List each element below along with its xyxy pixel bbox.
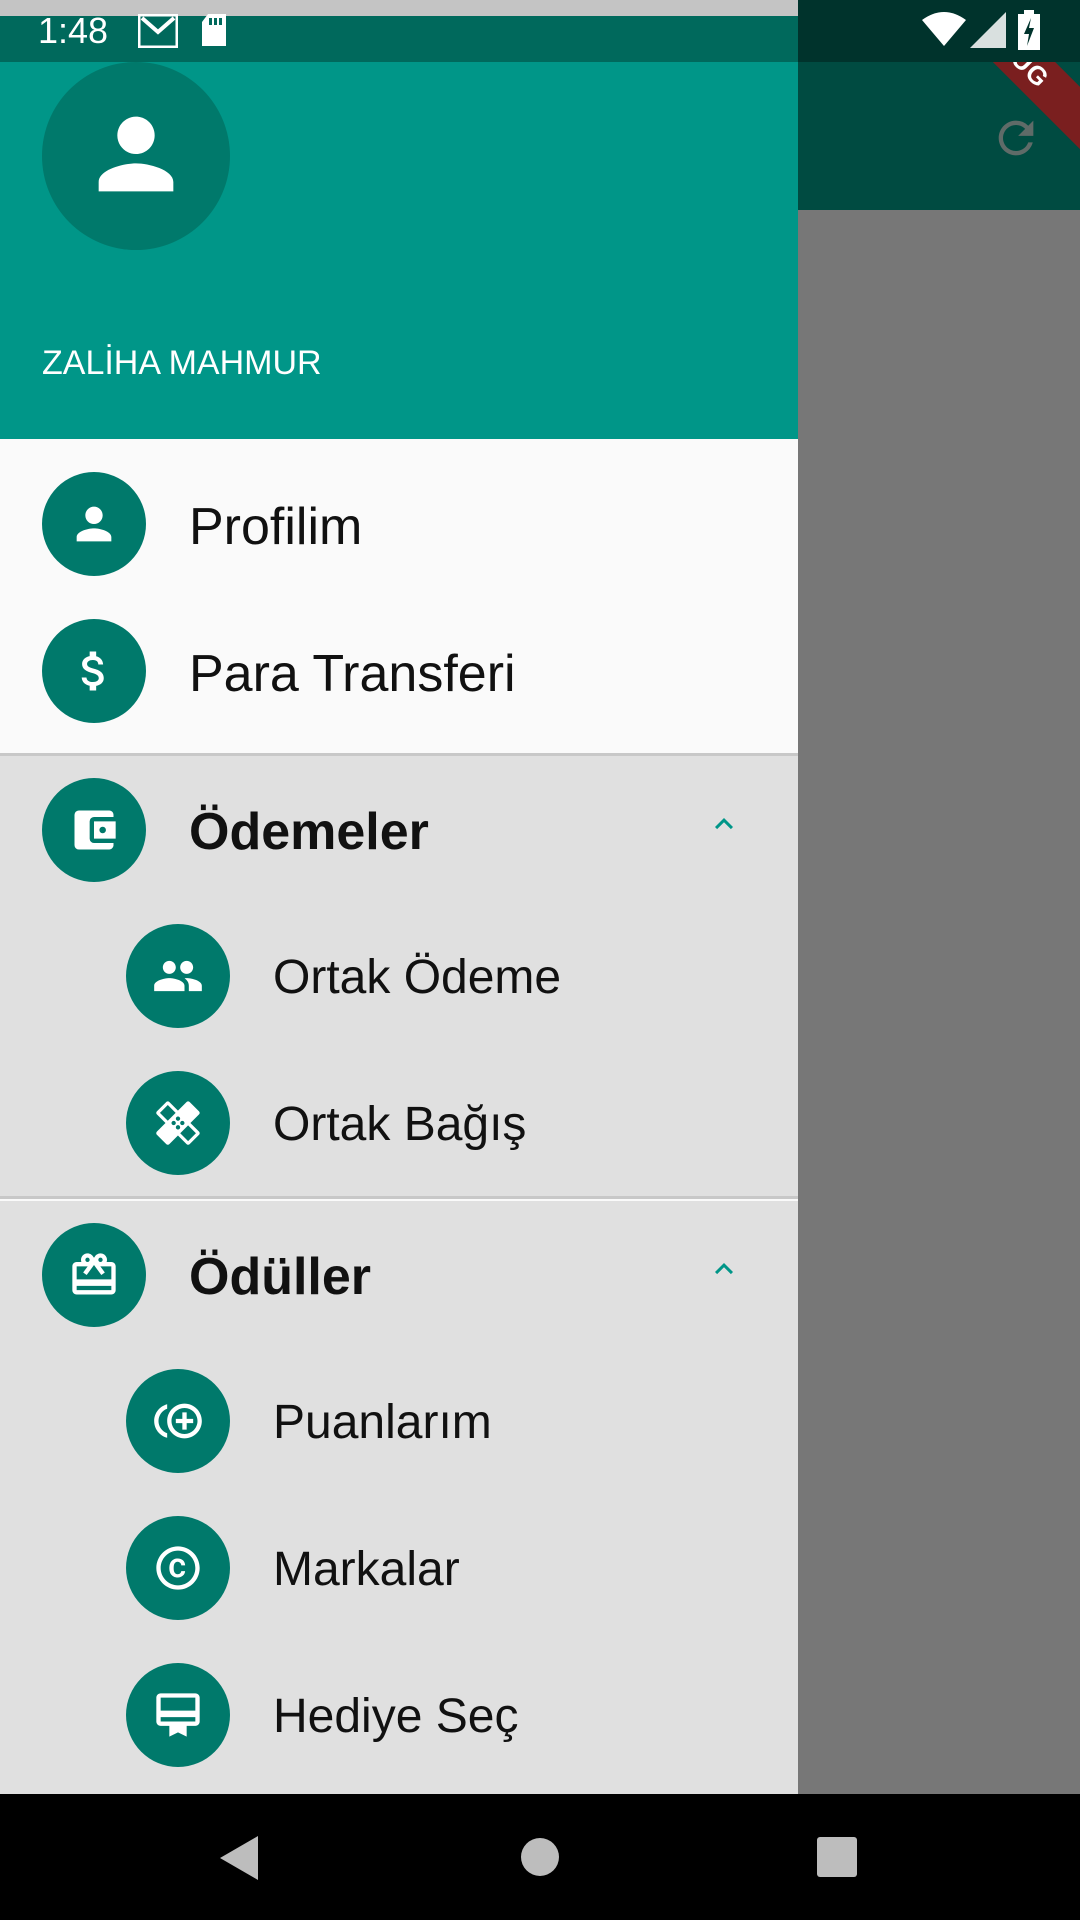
section-title: Ödemeler [189,803,429,861]
menu-item-label: Para Transferi [189,645,516,703]
sd-card-icon [202,14,226,46]
section-header-payments[interactable]: Ödemeler [0,756,798,903]
avatar[interactable] [42,62,230,250]
section-header-rewards[interactable]: Ödüller [0,1201,798,1348]
navigation-drawer: ZALİHA MAHMUR Profilim Para Transferi Öd… [0,62,798,1794]
menu-item-money-transfer[interactable]: Para Transferi [0,598,798,745]
scrim[interactable] [798,210,1080,1794]
menu-item-label: Ortak Ödeme [273,951,562,1004]
status-bar: 1:48 [0,0,1080,62]
menu-item-profile[interactable]: Profilim [0,451,798,598]
back-icon[interactable] [216,1834,260,1882]
section-payments: Ödemeler Ortak Ödeme Ortak Bağış [0,756,798,1196]
menu-item-label: Profilim [189,498,363,556]
chevron-up-icon[interactable] [706,1251,742,1287]
recents-icon[interactable] [817,1837,857,1877]
card-membership-icon [156,1693,200,1737]
bandage-icon [156,1101,200,1145]
home-icon[interactable] [520,1837,560,1877]
menu-item-brands[interactable]: Markalar [0,1494,798,1641]
copyright-icon [156,1546,200,1590]
status-time: 1:48 [38,10,109,51]
user-name: ZALİHA MAHMUR [42,344,322,382]
menu-item-choose-gift[interactable]: Hediye Seç [0,1641,798,1788]
menu-item-my-points[interactable]: Puanlarım [0,1347,798,1494]
drawer-header: ZALİHA MAHMUR [0,62,798,439]
menu-item-label: Ortak Bağış [273,1098,527,1151]
chevron-up-icon[interactable] [706,806,742,842]
gift-card-icon [72,1253,116,1295]
person-icon [76,506,112,542]
wallet-icon [74,810,116,850]
menu-item-label: Puanlarım [273,1396,492,1449]
system-nav-bar [0,1794,1080,1920]
wifi-icon [922,12,966,46]
add-points-icon [154,1403,202,1439]
dollar-icon [81,651,104,691]
menu-item-shared-payment[interactable]: Ortak Ödeme [0,902,798,1049]
section-title: Ödüller [189,1248,372,1306]
menu-item-label: Markalar [273,1543,460,1596]
menu-item-shared-donation[interactable]: Ortak Bağış [0,1049,798,1196]
account-icon [98,116,174,192]
section-rewards: Ödüller Puanlarım Markalar Hediye Seç [0,1201,798,1794]
battery-charging-icon [1018,10,1040,50]
people-icon [154,960,202,992]
menu-item-label: Hediye Seç [273,1690,519,1743]
refresh-icon [998,120,1034,156]
divider [0,1196,798,1199]
gmail-icon [138,14,178,48]
signal-icon [970,12,1006,48]
